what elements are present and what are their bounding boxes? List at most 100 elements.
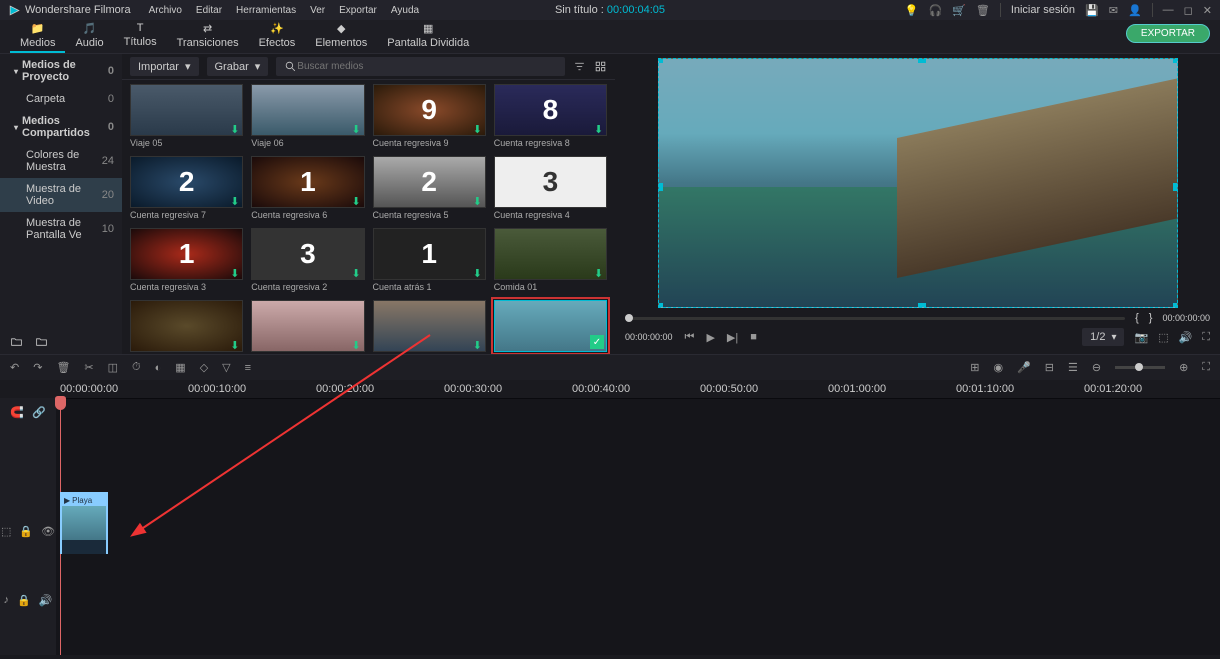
media-thumb[interactable]: ⬇ (130, 300, 243, 352)
maximize-icon[interactable]: ◻ (1184, 4, 1193, 17)
hide-track-icon[interactable]: 👁 (41, 525, 55, 538)
volume-icon[interactable]: 🔊 (1179, 331, 1193, 344)
manage-tracks-icon[interactable]: ☰ (1068, 361, 1078, 374)
mail-icon[interactable]: ✉ (1109, 4, 1118, 17)
zoom-fit-icon[interactable]: ⛶ (1202, 361, 1210, 374)
scrub-bar[interactable] (625, 317, 1125, 320)
media-item-3[interactable]: 8⬇Cuenta regresiva 8 (494, 84, 607, 148)
record-vo-icon[interactable]: 🎤 (1017, 361, 1031, 374)
tab-audio[interactable]: 🎵Audio (65, 20, 113, 53)
user-icon[interactable]: 👤 (1128, 4, 1142, 17)
audio-track-icon[interactable]: ♪ (4, 594, 10, 607)
media-thumb[interactable]: ⬇ (130, 84, 243, 136)
play-icon[interactable]: ▶ (706, 331, 714, 344)
login-link[interactable]: Iniciar sesión (1011, 4, 1075, 16)
fullscreen-icon[interactable]: ⛶ (1202, 331, 1210, 344)
snapshot-icon[interactable]: 📷 (1134, 331, 1148, 344)
sidebar-item-1[interactable]: Carpeta0 (0, 88, 122, 110)
mute-track-icon[interactable]: 🔒 (19, 525, 33, 538)
audio-tool-icon[interactable]: ≡ (245, 362, 251, 374)
timeline-clip[interactable]: ▶Playa (60, 492, 108, 554)
zoom-dropdown[interactable]: 1/2 ▾ (1082, 328, 1124, 346)
media-thumb[interactable]: 3⬇ (251, 228, 364, 280)
render-icon[interactable]: ◉ (993, 361, 1003, 374)
prev-frame-icon[interactable]: ⏮ (685, 331, 695, 344)
sidebar-item-0[interactable]: ▾Medios de Proyecto0 (0, 54, 122, 88)
sidebar-item-3[interactable]: Colores de Muestra24 (0, 144, 122, 178)
cut-icon[interactable]: ✂ (84, 361, 93, 374)
tab-transiciones[interactable]: ⇄Transiciones (167, 20, 249, 53)
keyframe-icon[interactable]: ◇ (200, 361, 208, 374)
media-thumb[interactable]: 8⬇ (494, 84, 607, 136)
media-item-0[interactable]: ⬇Viaje 05 (130, 84, 243, 148)
minimize-icon[interactable]: — (1163, 4, 1174, 16)
menu-herramientas[interactable]: Herramientas (236, 5, 296, 16)
media-item-4[interactable]: 2⬇Cuenta regresiva 7 (130, 156, 243, 220)
crop-icon[interactable]: ◫ (108, 361, 118, 374)
export-button[interactable]: EXPORTAR (1126, 24, 1210, 43)
media-item-7[interactable]: 3Cuenta regresiva 4 (494, 156, 607, 220)
speed-icon[interactable]: ⏱ (132, 361, 141, 374)
next-frame-icon[interactable]: ▶| (727, 331, 738, 344)
marker-icon[interactable]: ▽ (222, 361, 230, 374)
greenscreen-icon[interactable]: ▦ (175, 361, 185, 374)
timeline[interactable]: 00:00:00:0000:00:10:0000:00:20:0000:00:3… (0, 380, 1220, 655)
media-item-9[interactable]: 3⬇Cuenta regresiva 2 (251, 228, 364, 292)
media-thumb[interactable]: 2⬇ (130, 156, 243, 208)
media-thumb[interactable]: 9⬇ (373, 84, 486, 136)
menu-ayuda[interactable]: Ayuda (391, 5, 419, 16)
undo-icon[interactable]: ↶ (10, 361, 19, 374)
tab-titulos[interactable]: TTítulos (114, 20, 167, 53)
menu-ver[interactable]: Ver (310, 5, 325, 16)
zoom-in-icon[interactable]: ⊕ (1179, 361, 1188, 374)
search-input[interactable] (276, 57, 565, 76)
media-item-14[interactable]: ⬇Isla (373, 300, 486, 354)
media-thumb[interactable]: 1⬇ (251, 156, 364, 208)
color-icon[interactable]: ◐ (155, 362, 162, 374)
media-thumb[interactable]: ⬇ (373, 300, 486, 352)
new-folder-icon[interactable] (10, 335, 23, 348)
media-item-13[interactable]: ⬇Flor de Cerezo (251, 300, 364, 354)
delete-icon[interactable]: 🗑 (56, 361, 70, 374)
sidebar-item-4[interactable]: Muestra de Video20 (0, 178, 122, 212)
timeline-track-empty[interactable] (56, 398, 1220, 462)
media-item-2[interactable]: 9⬇Cuenta regresiva 9 (373, 84, 486, 148)
lock-track-icon[interactable]: ⬚ (1, 525, 11, 538)
redo-icon[interactable]: ↷ (33, 361, 42, 374)
media-item-6[interactable]: 2⬇Cuenta regresiva 5 (373, 156, 486, 220)
link-icon[interactable]: 🔗 (32, 406, 46, 419)
media-thumb[interactable]: ⬇ (251, 84, 364, 136)
sidebar-item-2[interactable]: ▾Medios Compartidos0 (0, 110, 122, 144)
media-item-10[interactable]: 1⬇Cuenta atrás 1 (373, 228, 486, 292)
save-icon[interactable]: 💾 (1085, 4, 1099, 17)
stop-icon[interactable]: ■ (750, 331, 757, 343)
media-thumb[interactable]: ⬇ (494, 228, 607, 280)
media-thumb[interactable]: 3 (494, 156, 607, 208)
adjust-icon[interactable]: ⊟ (1045, 361, 1054, 374)
media-item-15[interactable]: ✓Playa (494, 300, 607, 354)
bulb-icon[interactable]: 💡 (905, 4, 919, 17)
timeline-ruler[interactable]: 00:00:00:0000:00:10:0000:00:20:0000:00:3… (0, 380, 1220, 398)
folder-icon[interactable] (35, 335, 48, 348)
media-thumb[interactable]: 1⬇ (373, 228, 486, 280)
menu-archivo[interactable]: Archivo (149, 5, 182, 16)
media-item-8[interactable]: 1⬇Cuenta regresiva 3 (130, 228, 243, 292)
menu-editar[interactable]: Editar (196, 5, 222, 16)
mixer-icon[interactable]: ⊞ (970, 361, 979, 374)
mark-in[interactable]: { (1135, 312, 1139, 324)
close-icon[interactable]: ✕ (1203, 4, 1212, 17)
media-item-5[interactable]: 1⬇Cuenta regresiva 6 (251, 156, 364, 220)
tab-medios[interactable]: 📁Medios (10, 20, 65, 53)
tab-pantalla[interactable]: ▦Pantalla Dividida (377, 20, 479, 53)
zoom-out-icon[interactable]: ⊖ (1092, 361, 1101, 374)
record-dropdown[interactable]: Grabar▾ (207, 57, 269, 76)
audio-mute-icon[interactable]: 🔊 (39, 594, 53, 607)
headphones-icon[interactable]: 🎧 (928, 4, 942, 17)
grid-view-icon[interactable] (594, 60, 607, 73)
menu-exportar[interactable]: Exportar (339, 5, 377, 16)
media-item-11[interactable]: ⬇Comida 01 (494, 228, 607, 292)
preview-canvas[interactable] (658, 58, 1178, 308)
audio-lock-icon[interactable]: 🔒 (17, 594, 31, 607)
quality-icon[interactable]: ⬚ (1158, 331, 1168, 344)
mark-out[interactable]: } (1149, 312, 1153, 324)
